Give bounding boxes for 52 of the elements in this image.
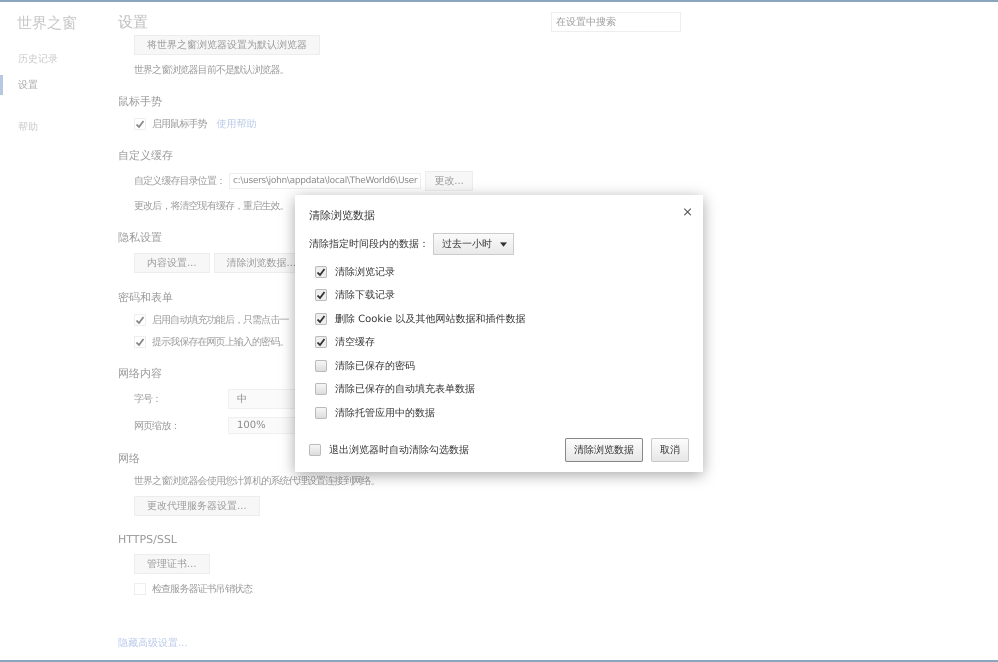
checkbox-label: 清除下载记录: [335, 288, 395, 302]
search-field[interactable]: 在设置中搜索: [551, 12, 681, 32]
checkbox[interactable]: [315, 406, 327, 419]
section-title: 网络: [118, 451, 140, 466]
hide-advanced-link[interactable]: 隐藏高级设置...: [118, 638, 188, 649]
checkbox[interactable]: [315, 360, 327, 372]
checkbox-label: 删除 Cookie 以及其他网站数据和插件数据: [335, 312, 526, 326]
section-title: 自定义缓存: [118, 148, 173, 163]
dialog-title: 清除浏览数据: [309, 208, 375, 223]
checkbox-label: 检查服务器证书吊销状态: [152, 582, 252, 596]
checkbox-label: 启用鼠标手势: [152, 118, 207, 131]
checkbox-label: 清除已保存的自动填充表单数据: [335, 382, 475, 396]
help-link[interactable]: 使用帮助: [216, 117, 257, 131]
section-title: 密码和表单: [118, 290, 173, 305]
checkbox-label: 清除浏览记录: [335, 266, 395, 279]
settings-button[interactable]: 内容设置...: [134, 253, 210, 273]
checkbox-label: 退出浏览器时自动清除勾选数据: [329, 444, 469, 457]
time-range-select[interactable]: 过去一小时: [433, 233, 514, 255]
checkbox[interactable]: [315, 383, 327, 396]
checkbox[interactable]: [315, 266, 327, 278]
clear-data-button[interactable]: 清除浏览数据: [565, 438, 643, 462]
checkbox-label: 清除托管应用中的数据: [335, 406, 435, 420]
checkbox[interactable]: [315, 289, 327, 302]
section-title: 鼠标手势: [118, 94, 162, 109]
range-label: 清除指定时间段内的数据：: [309, 238, 429, 251]
description-text: 更改后，将清空现有缓存，重启生效。: [134, 200, 289, 213]
checkbox-label: 提示我保存在网页上输入的密码。: [152, 336, 289, 349]
select-label: 字号：: [134, 392, 162, 406]
app-title: 世界之窗: [16, 14, 78, 33]
section-title: 网络内容: [118, 366, 162, 381]
checkbox[interactable]: [315, 312, 327, 325]
path-field[interactable]: c:\users\john\appdata\local\TheWorld6\User: [229, 173, 422, 189]
select-label: 网页缩放：: [134, 420, 181, 432]
settings-button[interactable]: 更改代理服务器设置...: [134, 496, 260, 516]
checkbox[interactable]: [309, 444, 321, 456]
settings-button[interactable]: 管理证书...: [134, 554, 210, 574]
checkbox-label: 清空缓存: [335, 336, 375, 350]
sidebar-item[interactable]: 设置: [0, 75, 118, 95]
description-text: 世界之窗浏览器目前不是默认浏览器。: [134, 64, 289, 77]
checkbox-label: 启用自动填充功能后，只需点击一: [152, 314, 289, 327]
cancel-button[interactable]: 取消: [651, 438, 689, 462]
close-button[interactable]: ×: [682, 205, 693, 220]
field-label: 自定义缓存目录位置：: [134, 174, 226, 188]
settings-button[interactable]: 将世界之窗浏览器设置为默认浏览器: [134, 35, 320, 55]
page-title: 设置: [118, 12, 148, 32]
description-text: 世界之窗浏览器会使用您计算机的系统代理设置连接到网络。: [134, 474, 380, 488]
section-title: HTTPS/SSL: [118, 533, 177, 546]
change-button[interactable]: 更改...: [425, 171, 473, 191]
caret-icon: [500, 242, 507, 246]
checkbox-label: 清除已保存的密码: [335, 360, 415, 373]
section-title: 隐私设置: [118, 230, 162, 245]
checkbox[interactable]: [315, 336, 327, 348]
